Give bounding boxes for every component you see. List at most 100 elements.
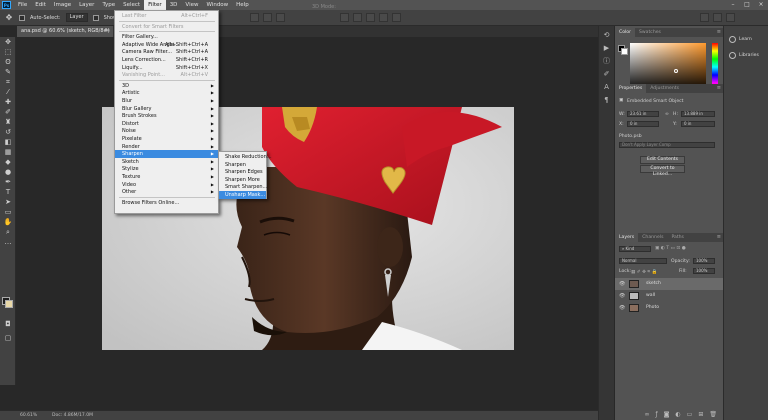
width-field[interactable]: 23.61 in (627, 111, 659, 117)
visibility-eye-icon[interactable]: 👁 (619, 302, 625, 314)
healing-brush-tool-icon[interactable]: ✚ (3, 98, 13, 107)
adjustment-layer-icon[interactable]: ◐ (675, 411, 680, 418)
align-icon[interactable] (276, 13, 285, 22)
x-field[interactable]: 0 in (627, 121, 659, 127)
gradient-tool-icon[interactable]: ▦ (3, 148, 13, 157)
add-mask-icon[interactable]: ◙ (664, 411, 670, 418)
history-icon[interactable]: ⟲ (603, 31, 611, 39)
shape-tool-icon[interactable]: ▭ (3, 208, 13, 217)
actions-icon[interactable]: ▶ (603, 44, 611, 52)
menu-window[interactable]: Window (202, 0, 232, 10)
brush-settings-icon[interactable]: ✐ (603, 70, 611, 78)
info-icon[interactable]: ⓘ (603, 57, 611, 65)
brush-tool-icon[interactable]: ✐ (3, 108, 13, 117)
3d-roll-icon[interactable] (353, 13, 362, 22)
3d-scale-icon[interactable] (392, 13, 401, 22)
lock-icons[interactable]: ▦ ✐ ✥ ⌗ 🔒 (631, 269, 657, 275)
eraser-tool-icon[interactable]: ◧ (3, 138, 13, 147)
learn-panel-button[interactable]: Learn (729, 36, 752, 43)
auto-select-dropdown[interactable]: Layer (65, 13, 88, 22)
layer-row[interactable]: 👁 sketch (615, 278, 723, 290)
search-icon[interactable] (700, 13, 709, 22)
3d-slide-icon[interactable] (379, 13, 388, 22)
libraries-panel-button[interactable]: Libraries (729, 52, 759, 59)
menu-layer[interactable]: Layer (75, 0, 98, 10)
path-selection-tool-icon[interactable]: ➤ (3, 198, 13, 207)
maximize-icon[interactable]: □ (740, 0, 754, 10)
character-icon[interactable]: A (603, 83, 611, 91)
layer-row[interactable]: 👁 Photo (615, 302, 723, 314)
show-transform-checkbox[interactable] (92, 14, 99, 21)
visibility-eye-icon[interactable]: 👁 (619, 278, 625, 290)
history-brush-tool-icon[interactable]: ↺ (3, 128, 13, 137)
menu-edit[interactable]: Edit (31, 0, 50, 10)
layer-filter-icons[interactable]: ▣ ◐ T ▭ ⊡ ● (655, 246, 686, 251)
hand-tool-icon[interactable]: ✋ (3, 218, 13, 227)
panel-menu-icon[interactable]: ≡ (717, 233, 721, 242)
edit-contents-button[interactable]: Edit Contents (640, 156, 685, 164)
tab-properties[interactable]: Properties (615, 84, 647, 93)
eyedropper-tool-icon[interactable]: ⁄ (3, 88, 13, 97)
height-field[interactable]: 13.889 in (681, 111, 715, 117)
layer-comp-dropdown[interactable]: Don't Apply Layer Comp (619, 142, 715, 148)
document-tab[interactable]: ana.psd @ 60.6% (sketch, RGB/8#) * × (17, 26, 113, 45)
zoom-tool-icon[interactable]: ⌕ (3, 228, 13, 237)
menu-item-other[interactable]: Other ▶ (115, 188, 218, 196)
move-tool-icon[interactable]: ✥ (4, 13, 14, 23)
menu-help[interactable]: Help (232, 0, 253, 10)
close-tab-icon[interactable]: × (106, 26, 110, 37)
color-picker-cursor[interactable] (674, 69, 678, 73)
tab-layers[interactable]: Layers (615, 233, 639, 242)
quick-select-tool-icon[interactable]: ✎ (3, 68, 13, 77)
background-color-swatch[interactable] (621, 48, 628, 55)
panel-menu-icon[interactable]: ≡ (717, 28, 721, 37)
opacity-field[interactable]: 100% (693, 258, 715, 264)
crop-tool-icon[interactable]: ⌗ (3, 78, 13, 87)
tab-paths[interactable]: Paths (667, 233, 688, 242)
menu-file[interactable]: File (14, 0, 31, 10)
background-color-swatch[interactable] (5, 300, 13, 308)
workspace-icon[interactable] (713, 13, 722, 22)
type-tool-icon[interactable]: T (3, 188, 13, 197)
document-size-info[interactable]: Doc: 4.86M/17.0M (52, 411, 93, 420)
align-icon[interactable] (263, 13, 272, 22)
submenu-item-unsharp-mask[interactable]: Unsharp Mask... (219, 191, 266, 199)
move-tool-icon[interactable]: ✥ (3, 38, 13, 47)
auto-select-checkbox[interactable] (19, 14, 25, 21)
convert-to-linked-button[interactable]: Convert to Linked... (640, 165, 685, 177)
share-icon[interactable] (726, 13, 735, 22)
blend-mode-dropdown[interactable]: Normal (619, 258, 667, 264)
panel-menu-icon[interactable]: ≡ (717, 84, 721, 93)
screen-mode-icon[interactable]: ▢ (3, 334, 13, 343)
tab-color[interactable]: Color (615, 28, 635, 37)
lasso-tool-icon[interactable]: ʘ (3, 58, 13, 67)
link-icon[interactable]: ∞ (665, 112, 669, 117)
visibility-eye-icon[interactable]: 👁 (619, 290, 625, 302)
fill-field[interactable]: 100% (693, 268, 715, 274)
paragraph-icon[interactable]: ¶ (603, 96, 611, 104)
layer-filter-kind[interactable]: ⌕ Kind (619, 246, 651, 252)
menu-item-browse-filters-online[interactable]: Browse Filters Online... (115, 199, 218, 207)
menu-3d[interactable]: 3D (166, 0, 182, 10)
menu-image[interactable]: Image (50, 0, 75, 10)
quick-mask-icon[interactable]: ◘ (3, 320, 13, 329)
minimize-icon[interactable]: – (726, 0, 740, 10)
tab-adjustments[interactable]: Adjustments (646, 84, 683, 93)
tab-channels[interactable]: Channels (638, 233, 667, 242)
clone-stamp-tool-icon[interactable]: ♜ (3, 118, 13, 127)
new-group-icon[interactable]: ▭ (687, 411, 693, 418)
layer-style-icon[interactable]: ƒ (655, 411, 657, 418)
dodge-tool-icon[interactable]: ● (3, 168, 13, 177)
3d-pan-icon[interactable] (366, 13, 375, 22)
new-layer-icon[interactable]: ⊞ (698, 411, 703, 418)
3d-rotate-icon[interactable] (340, 13, 349, 22)
y-field[interactable]: 0 in (681, 121, 715, 127)
layer-row[interactable]: 👁 wall (615, 290, 723, 302)
trash-icon[interactable]: 🗑 (709, 411, 717, 418)
pen-tool-icon[interactable]: ✒ (3, 178, 13, 187)
close-icon[interactable]: × (754, 0, 768, 10)
align-icon[interactable] (250, 13, 259, 22)
menu-filter[interactable]: Filter (144, 0, 166, 10)
blur-tool-icon[interactable]: ◆ (3, 158, 13, 167)
zoom-level[interactable]: 60.61% (20, 411, 37, 420)
